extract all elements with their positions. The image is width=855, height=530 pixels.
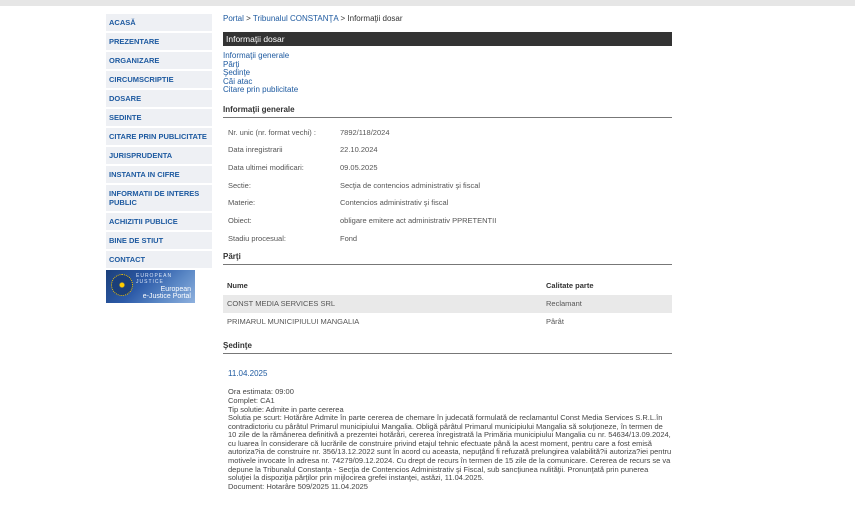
sidebar-item-citare[interactable]: CITARE PRIN PUBLICITATE xyxy=(106,128,212,145)
sidebar-item-informatii-interes-public[interactable]: INFORMATII DE INTERES PUBLIC xyxy=(106,185,212,211)
sedinta-date: 11.04.2025 xyxy=(228,369,268,379)
parti-heading: Părţi xyxy=(223,252,672,266)
breadcrumb: Portal > Tribunalul CONSTANŢA > Informaţ… xyxy=(223,14,672,25)
link-citare[interactable]: Citare prin publicitate xyxy=(223,85,672,95)
table-row: CONST MEDIA SERVICES SRL Reclamant xyxy=(223,295,672,314)
breadcrumb-portal[interactable]: Portal xyxy=(223,14,244,23)
sidebar-item-acasa[interactable]: ACASĂ xyxy=(106,14,212,31)
info-row: Data inregistrarii 22.10.2024 xyxy=(228,145,378,155)
top-bar xyxy=(0,0,855,6)
link-parti[interactable]: Părţi xyxy=(223,60,672,70)
info-row: Stadiu procesual: Fond xyxy=(228,233,358,243)
breadcrumb-tribunal[interactable]: Tribunalul CONSTANŢA xyxy=(253,14,338,23)
sidebar-item-instanta-in-cifre[interactable]: INSTANTA IN CIFRE xyxy=(106,166,212,183)
link-sedinte[interactable]: Şedinţe xyxy=(223,68,672,78)
info-row: Sectie: Secţia de contencios administrati… xyxy=(228,180,481,190)
breadcrumb-separator: > xyxy=(340,14,346,23)
sidebar-item-bine-de-stiut[interactable]: BINE DE STIUT xyxy=(106,232,212,249)
info-row: Data ultimei modificari: 09.05.2025 xyxy=(228,162,378,172)
breadcrumb-current: Informaţii dosar xyxy=(347,14,403,23)
ejustice-label: European e-Justice Portal xyxy=(142,286,191,300)
info-row: Obiect: obligare emitere act administrati… xyxy=(228,215,497,225)
sedinta-document: Document: Hotarâre 509/2025 11.04.2025 xyxy=(228,481,368,491)
col-calitate: Calitate parte xyxy=(546,281,594,291)
sidebar-item-dosare[interactable]: DOSARE xyxy=(106,90,212,107)
general-info-table: Nr. unic (nr. format vechi) :7892/118/20… xyxy=(223,127,672,251)
sedinte-heading: Şedinţe xyxy=(223,341,672,355)
page-title: Informaţii dosar xyxy=(223,32,672,46)
general-heading: Informaţii generale xyxy=(223,105,672,118)
sidebar-item-organizare[interactable]: ORGANIZARE xyxy=(106,52,212,69)
eu-flag-icon xyxy=(111,274,133,296)
sedinta-solutie: Solutia pe scurt: Hotărâre Admite în par… xyxy=(228,413,672,483)
ejustice-small-text: EUROPEAN JUSTICE xyxy=(136,273,173,285)
info-row: Nr. unic (nr. format vechi) :7892/118/20… xyxy=(228,127,390,137)
breadcrumb-separator: > xyxy=(246,14,251,23)
table-row: PRIMARUL MUNICIPIULUI MANGALIA Pârât xyxy=(227,317,564,327)
sidebar-nav: ACASĂ PREZENTARE ORGANIZARE CIRCUMSCRIPT… xyxy=(106,14,212,303)
sedinta-ora: Ora estimata: 09:00 xyxy=(228,387,294,397)
sidebar-item-jurisprudenta[interactable]: JURISPRUDENTA xyxy=(106,147,212,164)
section-links: Informaţii generale Părţi Şedinţe Căi at… xyxy=(223,51,672,95)
sidebar-item-sedinte[interactable]: SEDINTE xyxy=(106,109,212,126)
parti-table-header: Nume Calitate parte xyxy=(223,277,672,295)
link-informatii-generale[interactable]: Informaţii generale xyxy=(223,51,672,61)
col-nume: Nume xyxy=(227,281,248,291)
main-content: Portal > Tribunalul CONSTANŢA > Informaţ… xyxy=(223,14,672,491)
sidebar-item-contact[interactable]: CONTACT xyxy=(106,251,212,268)
info-row: Materie: Contencios administrativ şi fisc… xyxy=(228,198,449,208)
ejustice-banner[interactable]: EUROPEAN JUSTICE European e-Justice Port… xyxy=(106,270,195,303)
sidebar-item-achizitii-publice[interactable]: ACHIZITII PUBLICE xyxy=(106,213,212,230)
sedinta-details: Ora estimata: 09:00 Complet: CA1 Tip sol… xyxy=(223,388,672,491)
sidebar-item-prezentare[interactable]: PREZENTARE xyxy=(106,33,212,50)
sidebar-item-circumscriptie[interactable]: CIRCUMSCRIPTIE xyxy=(106,71,212,88)
